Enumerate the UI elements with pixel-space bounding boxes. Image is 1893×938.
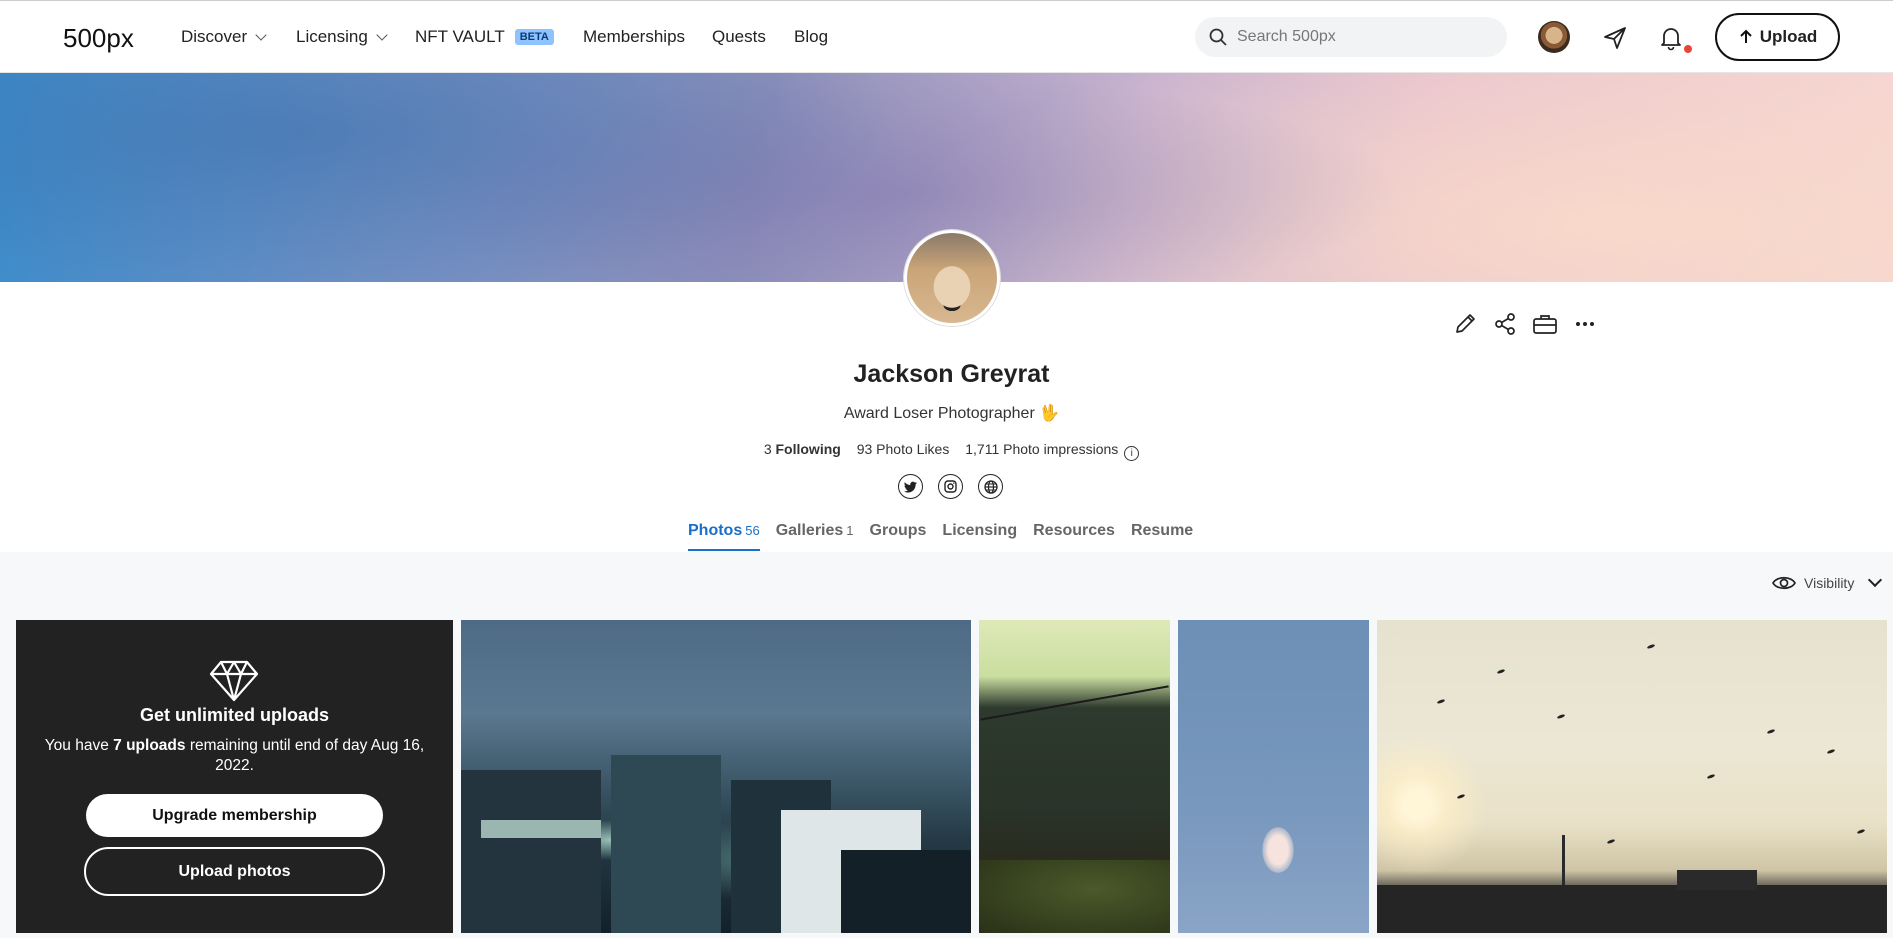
- tab-galleries-label: Galleries: [775, 522, 844, 539]
- photo-thumbnail[interactable]: [461, 620, 971, 933]
- instagram-icon[interactable]: [938, 474, 963, 499]
- tab-resources-label: Resources: [1033, 522, 1115, 539]
- photo-thumbnail[interactable]: [979, 620, 1170, 933]
- bell-icon[interactable]: [1656, 23, 1686, 53]
- promo-text: You have 7 uploads remaining until end o…: [36, 736, 433, 776]
- beta-badge: BETA: [514, 29, 554, 45]
- photo-detail: [461, 770, 601, 933]
- nav-memberships-label: Memberships: [583, 27, 686, 46]
- photo-detail: [1556, 713, 1566, 720]
- portfolio-icon[interactable]: [1532, 311, 1558, 337]
- profile-tabs: Photos 56 Galleries 1 Groups Licensing Res…: [688, 522, 1193, 551]
- photo-detail: [979, 860, 1170, 933]
- nav-nft-vault-label: NFT VAULT: [415, 27, 505, 46]
- visibility-dropdown[interactable]: Visibility: [1772, 572, 1883, 591]
- promo-text-prefix: You have: [44, 737, 114, 754]
- promo-title: Get unlimited uploads: [139, 705, 329, 725]
- nav-licensing[interactable]: Licensing: [296, 27, 388, 47]
- twitter-icon[interactable]: [898, 474, 923, 499]
- photo-detail: [1766, 728, 1776, 735]
- photo-impressions-label: 1,711 Photo impressions: [965, 441, 1119, 457]
- photo-detail: [980, 685, 1169, 721]
- photo-thumbnail[interactable]: [1377, 620, 1887, 933]
- edit-icon[interactable]: [1452, 311, 1478, 337]
- photo-detail: [1496, 668, 1506, 675]
- user-avatar[interactable]: [1538, 21, 1570, 53]
- upload-photos-button[interactable]: Upload photos: [84, 847, 385, 896]
- 500px-logo[interactable]: 500px: [63, 23, 134, 54]
- chevron-down-icon: [255, 29, 267, 41]
- tab-groups-label: Groups: [869, 522, 927, 539]
- tab-photos[interactable]: Photos 56: [688, 522, 760, 551]
- tab-galleries[interactable]: Galleries 1: [776, 522, 854, 551]
- share-icon[interactable]: [1492, 311, 1518, 337]
- photo-detail: [1856, 828, 1866, 835]
- nav-nft-vault[interactable]: NFT VAULT BETA: [415, 27, 554, 47]
- search-icon: [1209, 28, 1227, 46]
- photo-detail: [1456, 793, 1466, 800]
- upgrade-promo-card: Get unlimited uploads You have 7 uploads…: [16, 620, 453, 933]
- tab-resume[interactable]: Resume: [1131, 522, 1193, 551]
- nav-blog-label: Blog: [794, 27, 829, 46]
- tab-licensing-label: Licensing: [942, 522, 1018, 539]
- following-stat[interactable]: 3 Following: [764, 441, 841, 457]
- tab-photos-count: 56: [745, 523, 760, 538]
- tab-groups[interactable]: Groups: [870, 522, 927, 551]
- photo-detail: [1436, 698, 1446, 705]
- profile-name: Jackson Greyrat: [853, 360, 1050, 388]
- nav-blog[interactable]: Blog: [794, 27, 828, 47]
- upload-button[interactable]: Upload: [1715, 13, 1840, 61]
- nav-discover[interactable]: Discover: [181, 27, 267, 47]
- photo-detail: [1677, 870, 1757, 890]
- following-label: Following: [775, 441, 841, 457]
- tab-galleries-count: 1: [846, 523, 854, 538]
- social-links: [898, 474, 1003, 499]
- photo-detail: [1606, 838, 1616, 845]
- nav-licensing-label: Licensing: [296, 27, 368, 46]
- tab-photos-label: Photos: [688, 522, 743, 539]
- nav-discover-label: Discover: [181, 27, 248, 46]
- profile-actions: [1452, 311, 1598, 337]
- photo-detail: [1706, 773, 1716, 780]
- photo-detail: [1646, 643, 1656, 650]
- tab-licensing[interactable]: Licensing: [942, 522, 1017, 551]
- tab-resume-label: Resume: [1130, 522, 1194, 539]
- upload-label: Upload: [1759, 27, 1818, 46]
- info-icon[interactable]: i: [1124, 446, 1140, 461]
- following-count: 3: [763, 441, 772, 457]
- promo-uploads-count: 7 uploads: [113, 737, 186, 754]
- search-bar[interactable]: [1195, 17, 1507, 57]
- nav-memberships[interactable]: Memberships: [583, 27, 685, 47]
- photo-thumbnail[interactable]: [1178, 620, 1369, 933]
- diamond-icon: [209, 660, 259, 702]
- visibility-label: Visibility: [1804, 575, 1855, 591]
- chevron-down-icon: [1868, 572, 1883, 588]
- nav-quests-label: Quests: [712, 27, 766, 46]
- upgrade-membership-button[interactable]: Upgrade membership: [86, 794, 383, 837]
- photo-detail: [1826, 748, 1836, 755]
- nav-quests[interactable]: Quests: [712, 27, 766, 47]
- eye-icon: [1772, 576, 1796, 590]
- profile-tagline: Award Loser Photographer 🖖: [843, 405, 1060, 422]
- photo-likes-stat: 93 Photo Likes: [856, 441, 950, 457]
- photo-detail: [611, 755, 721, 933]
- tab-resources[interactable]: Resources: [1033, 522, 1115, 551]
- top-navbar: 500px Discover Licensing NFT VAULT BETA …: [0, 0, 1893, 73]
- promo-text-suffix: remaining until end of day Aug 16, 2022.: [185, 737, 425, 774]
- send-message-icon[interactable]: [1600, 23, 1630, 53]
- search-input[interactable]: [1237, 28, 1487, 46]
- photo-detail: [481, 820, 601, 838]
- notification-dot: [1684, 45, 1692, 53]
- arrow-up-icon: [1739, 29, 1752, 43]
- photo-impressions-stat: 1,711 Photo impressions i: [965, 441, 1140, 461]
- profile-avatar[interactable]: [904, 230, 1000, 326]
- website-icon[interactable]: [978, 474, 1003, 499]
- chevron-down-icon: [376, 29, 388, 41]
- more-icon[interactable]: [1572, 311, 1598, 337]
- profile-stats: 3 Following 93 Photo Likes 1,711 Photo i…: [0, 441, 1893, 461]
- photo-detail: [841, 850, 971, 933]
- photo-detail: [1377, 885, 1887, 933]
